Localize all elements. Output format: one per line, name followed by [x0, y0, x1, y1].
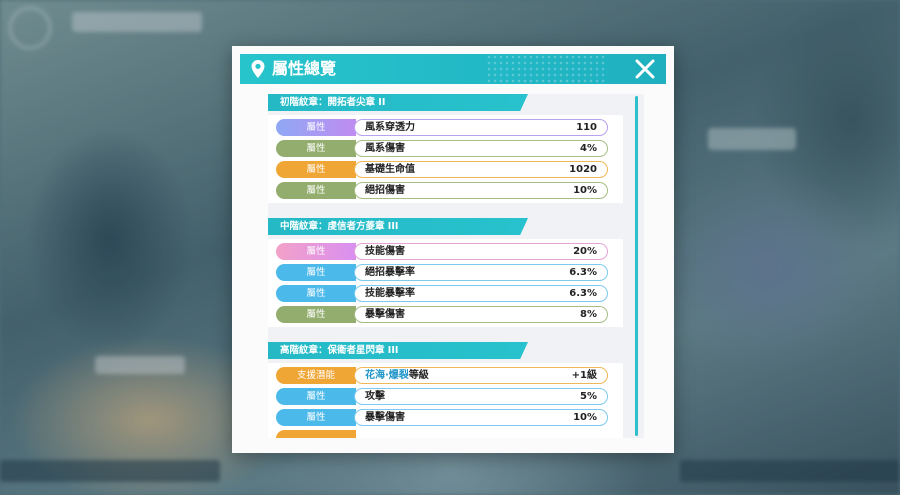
- attribute-value: 6.3%: [569, 288, 597, 299]
- section-rows: 屬性 技能傷害 20% 屬性 絕招暴擊率 6.3% 屬性 技能暴擊率 6.3% …: [268, 239, 623, 327]
- attribute-list[interactable]: 初階紋章：開拓者尖章 II 屬性 風系穿透力 110 屬性 風系傷害 4% 屬性…: [268, 94, 644, 438]
- section-title: 中階紋章：虔信者方菱章 III: [268, 218, 528, 235]
- attribute-tag: [276, 430, 356, 438]
- attribute-tag: 屬性: [276, 388, 356, 405]
- section-title: 高階紋章：保衛者星閃章 III: [268, 342, 528, 359]
- attribute-value: 1020: [569, 164, 597, 175]
- attribute-name: 暴擊傷害: [365, 309, 405, 320]
- attribute-name: 攻擊: [365, 391, 385, 402]
- attribute-tag: 屬性: [276, 140, 356, 157]
- attribute-value-box: 暴擊傷害 8%: [354, 306, 608, 323]
- scrollbar-thumb[interactable]: [635, 96, 638, 436]
- attribute-row: 屬性 基礎生命值 1020: [276, 161, 617, 178]
- attribute-tag: 屬性: [276, 264, 356, 281]
- attribute-name: 風系穿透力: [365, 122, 415, 133]
- attribute-value: 10%: [573, 185, 597, 196]
- section-rows: 屬性 風系穿透力 110 屬性 風系傷害 4% 屬性 基礎生命值 1020 屬性…: [268, 115, 623, 203]
- attribute-row: 屬性 絕招傷害 10%: [276, 182, 617, 199]
- attribute-value-box: 基礎生命值 1020: [354, 161, 608, 178]
- attribute-row: 屬性 技能暴擊率 6.3%: [276, 285, 617, 302]
- attribute-tag: 屬性: [276, 119, 356, 136]
- attribute-tag: 屬性: [276, 161, 356, 178]
- attribute-value-box: 攻擊 5%: [354, 388, 608, 405]
- dialog-header: 屬性總覽: [240, 54, 666, 84]
- attribute-value-box: 暴擊傷害 10%: [354, 409, 608, 426]
- attribute-value: +1級: [571, 370, 597, 381]
- attribute-name: 絕招暴擊率: [365, 267, 415, 278]
- attribute-tag: 屬性: [276, 285, 356, 302]
- attribute-value-box: 絕招暴擊率 6.3%: [354, 264, 608, 281]
- attribute-row: 屬性 技能傷害 20%: [276, 243, 617, 260]
- attribute-value-box: 風系穿透力 110: [354, 119, 608, 136]
- attribute-row-partial: [276, 430, 617, 438]
- location-pin-icon: [251, 60, 265, 78]
- attribute-row: 支援潛能 花海·爆裂等級 +1級: [276, 367, 617, 384]
- section-rows: 支援潛能 花海·爆裂等級 +1級 屬性 攻擊 5% 屬性 暴擊傷害 10%: [268, 363, 623, 438]
- attribute-name: 絕招傷害: [365, 185, 405, 196]
- attribute-value: 4%: [580, 143, 597, 154]
- attribute-value-box: 技能暴擊率 6.3%: [354, 285, 608, 302]
- attribute-value: 5%: [580, 391, 597, 402]
- attribute-value: 8%: [580, 309, 597, 320]
- attribute-name: 風系傷害: [365, 143, 405, 154]
- attribute-name: 暴擊傷害: [365, 412, 405, 423]
- section-basic-emblem: 初階紋章：開拓者尖章 II 屬性 風系穿透力 110 屬性 風系傷害 4% 屬性…: [268, 94, 628, 203]
- attribute-row: 屬性 風系穿透力 110: [276, 119, 617, 136]
- attribute-row: 屬性 暴擊傷害 10%: [276, 409, 617, 426]
- attribute-tag: 屬性: [276, 306, 356, 323]
- attribute-value: 10%: [573, 412, 597, 423]
- attribute-row: 屬性 暴擊傷害 8%: [276, 306, 617, 323]
- attribute-name: 技能傷害: [365, 246, 405, 257]
- attribute-tag: 支援潛能: [276, 367, 356, 384]
- attribute-name: 基礎生命值: [365, 164, 415, 175]
- attribute-row: 屬性 風系傷害 4%: [276, 140, 617, 157]
- attribute-tag: 屬性: [276, 243, 356, 260]
- skill-link[interactable]: 花海·爆裂: [365, 370, 409, 381]
- attribute-value: 6.3%: [569, 267, 597, 278]
- attribute-value-box: 絕招傷害 10%: [354, 182, 608, 199]
- attribute-value: 20%: [573, 246, 597, 257]
- attribute-name: 技能暴擊率: [365, 288, 415, 299]
- close-icon[interactable]: [634, 58, 656, 80]
- attribute-value-box: 花海·爆裂等級 +1級: [354, 367, 608, 384]
- section-intermediate-emblem: 中階紋章：虔信者方菱章 III 屬性 技能傷害 20% 屬性 絕招暴擊率 6.3…: [268, 218, 628, 327]
- section-advanced-emblem: 高階紋章：保衛者星閃章 III 支援潛能 花海·爆裂等級 +1級 屬性 攻擊 5…: [268, 342, 628, 438]
- attribute-value-box: 技能傷害 20%: [354, 243, 608, 260]
- attribute-value: 110: [576, 122, 597, 133]
- section-title: 初階紋章：開拓者尖章 II: [268, 94, 528, 111]
- dialog-title: 屬性總覽: [272, 59, 337, 78]
- header-pattern: [486, 54, 606, 84]
- attribute-row: 屬性 攻擊 5%: [276, 388, 617, 405]
- attribute-name: 花海·爆裂等級: [365, 368, 429, 383]
- scrollbar[interactable]: [635, 96, 638, 436]
- attribute-value-box: 風系傷害 4%: [354, 140, 608, 157]
- attribute-tag: 屬性: [276, 182, 356, 199]
- attribute-name-suffix: 等級: [408, 370, 429, 381]
- attribute-row: 屬性 絕招暴擊率 6.3%: [276, 264, 617, 281]
- attribute-tag: 屬性: [276, 409, 356, 426]
- attribute-overview-dialog: 屬性總覽 初階紋章：開拓者尖章 II 屬性 風系穿透力 110 屬性 風系傷害 …: [232, 46, 674, 453]
